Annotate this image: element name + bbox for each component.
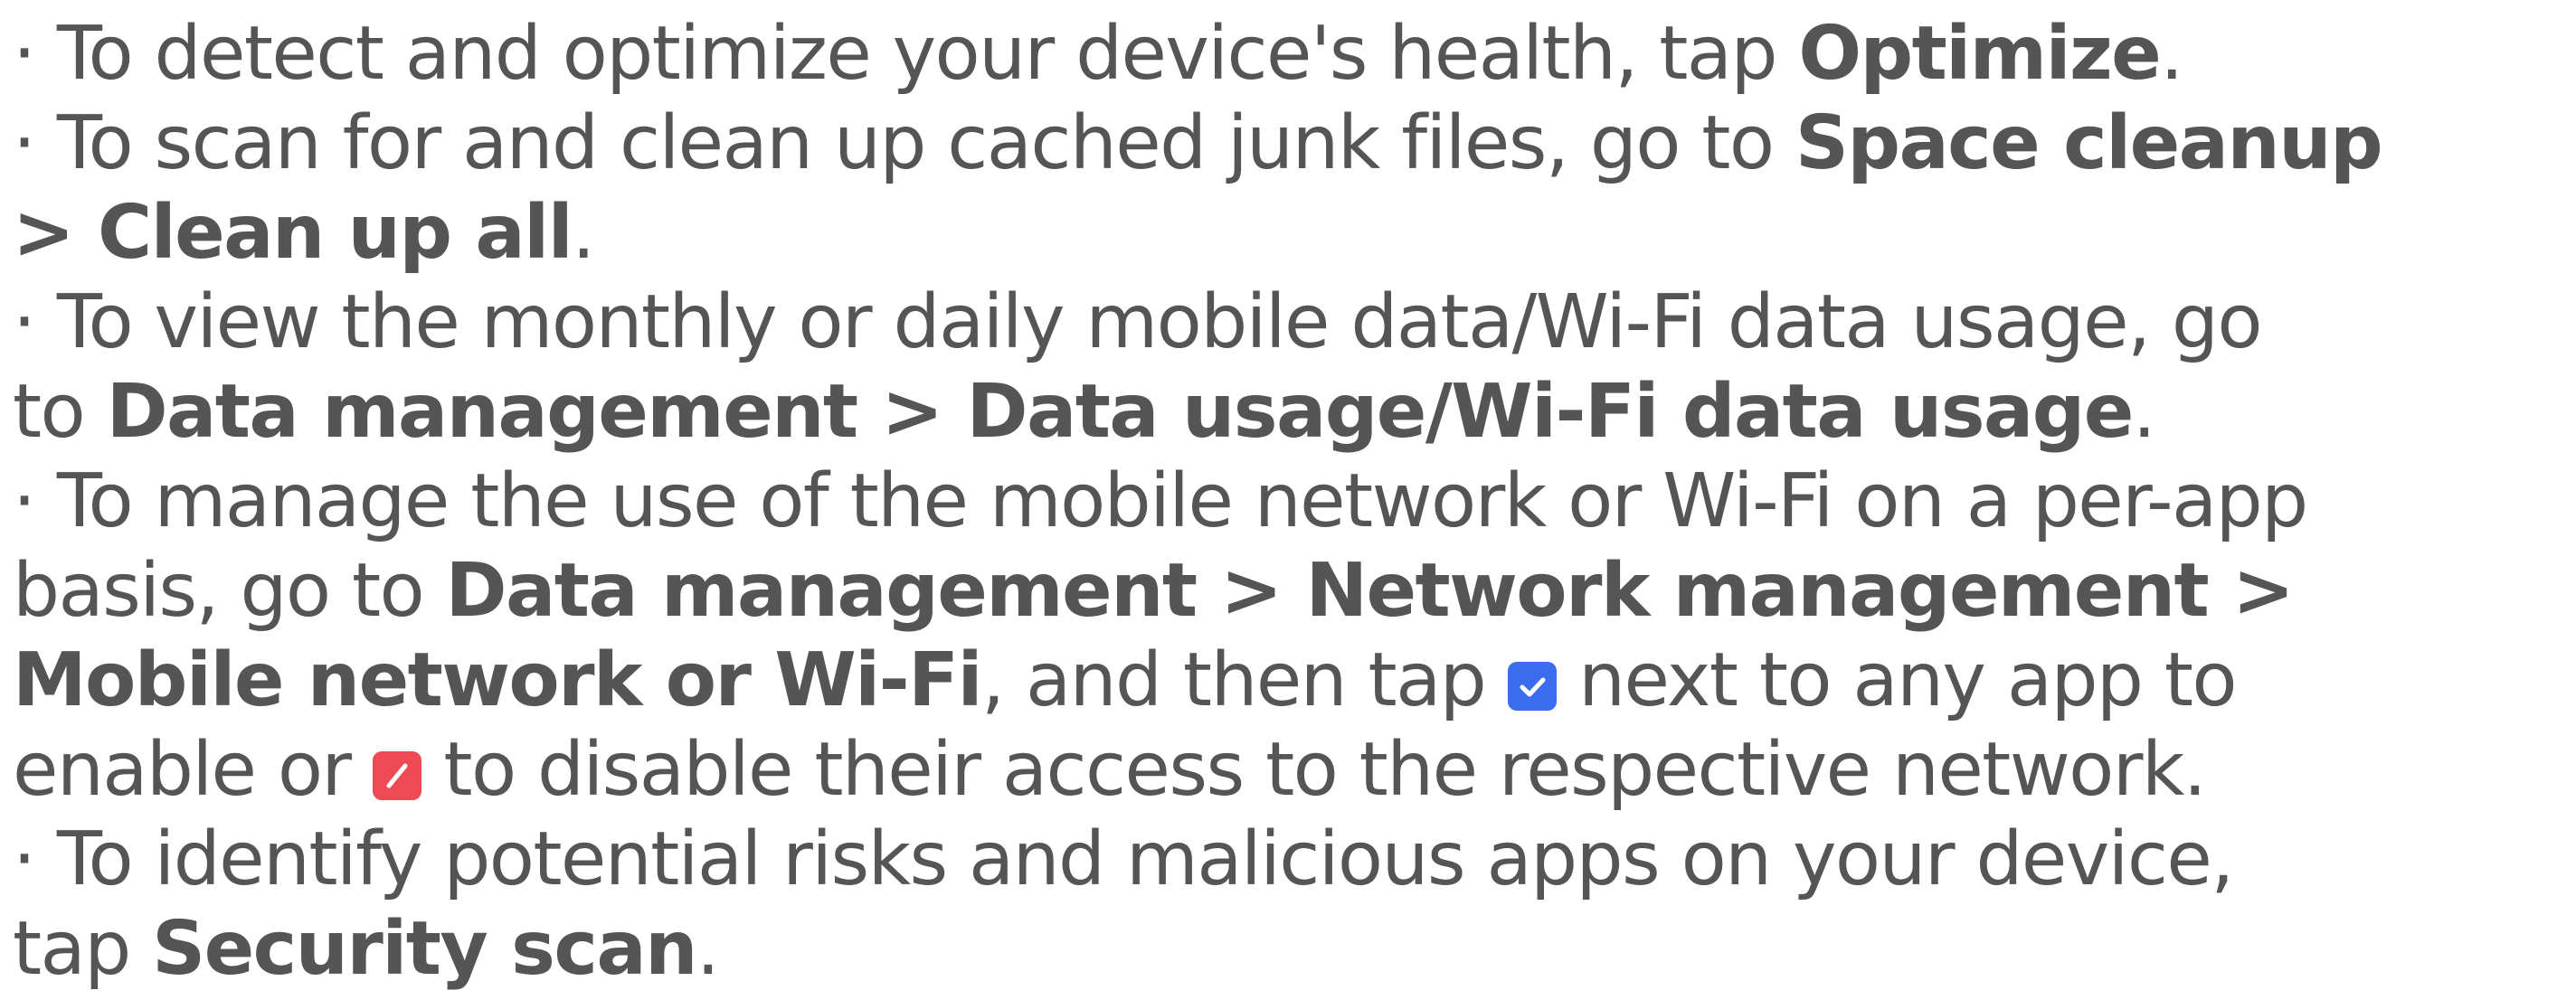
instruction-network-management-cont2: Mobile network or Wi-Fi, and then tap ne… bbox=[13, 636, 2563, 725]
instruction-data-usage: · To view the monthly or daily mobile da… bbox=[13, 278, 2563, 367]
security-scan-term: Security scan bbox=[152, 906, 697, 992]
text: enable or bbox=[13, 727, 373, 813]
network-management-path: Data management > Network management > bbox=[445, 548, 2295, 634]
mobile-network-wifi-term: Mobile network or Wi-Fi bbox=[13, 637, 983, 723]
text: , and then tap bbox=[981, 637, 1508, 723]
text: · To manage the use of the mobile networ… bbox=[13, 458, 2308, 544]
text: · To detect and optimize your device's h… bbox=[13, 11, 1799, 97]
instruction-data-usage-cont: to Data management > Data usage/Wi-Fi da… bbox=[13, 367, 2563, 457]
text: tap bbox=[13, 906, 153, 992]
instruction-optimize: · To detect and optimize your device's h… bbox=[13, 9, 2563, 99]
instruction-security-scan: · To identify potential risks and malici… bbox=[13, 815, 2563, 904]
clean-up-all-term: > Clean up all bbox=[13, 190, 573, 276]
text: . bbox=[572, 190, 595, 276]
text: . bbox=[2160, 11, 2183, 97]
text: . bbox=[696, 906, 720, 992]
instruction-network-management-cont: basis, go to Data management > Network m… bbox=[13, 546, 2563, 636]
instruction-space-cleanup: · To scan for and clean up cached junk f… bbox=[13, 99, 2563, 188]
data-usage-path: Data management > Data usage/Wi-Fi data … bbox=[106, 369, 2135, 455]
text: · To scan for and clean up cached junk f… bbox=[13, 100, 1795, 186]
text: to disable their access to the respectiv… bbox=[421, 727, 2206, 813]
space-cleanup-term: Space cleanup bbox=[1795, 100, 2383, 186]
checkbox-disabled-icon bbox=[372, 751, 421, 800]
instruction-network-management: · To manage the use of the mobile networ… bbox=[13, 457, 2563, 546]
instruction-space-cleanup-cont: > Clean up all. bbox=[13, 188, 2563, 278]
text: . bbox=[2132, 369, 2156, 455]
text: next to any app to bbox=[1556, 637, 2237, 723]
optimize-term: Optimize bbox=[1798, 11, 2161, 97]
text: to bbox=[13, 369, 107, 455]
checkbox-checked-icon bbox=[1507, 662, 1557, 711]
instruction-network-management-cont3: enable or to disable their access to the… bbox=[13, 725, 2563, 815]
text: · To view the monthly or daily mobile da… bbox=[13, 279, 2263, 365]
text: basis, go to bbox=[13, 548, 446, 634]
instructions-document: · To detect and optimize your device's h… bbox=[0, 0, 2576, 1000]
instruction-security-scan-cont: tap Security scan. bbox=[13, 904, 2563, 994]
text: · To identify potential risks and malici… bbox=[13, 816, 2234, 902]
